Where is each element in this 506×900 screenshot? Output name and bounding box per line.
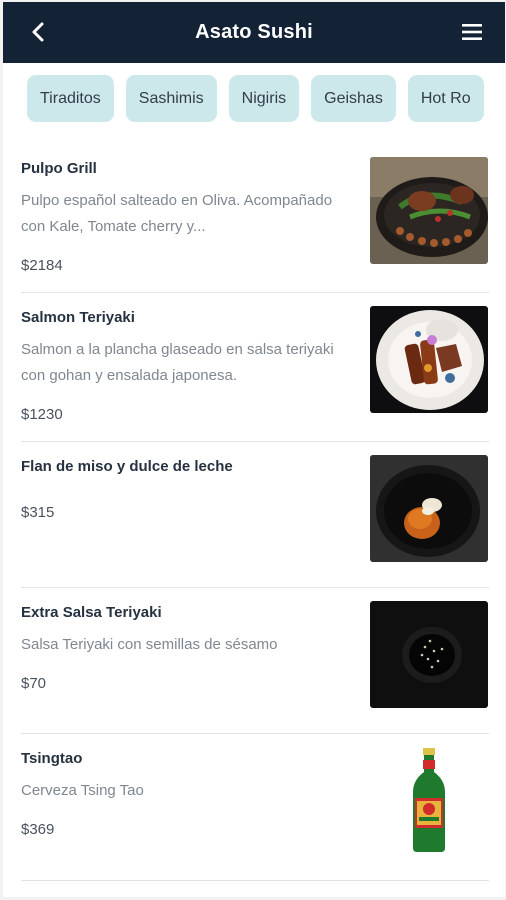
product-price: $315 <box>21 504 55 521</box>
chevron-left-icon[interactable] <box>25 18 53 46</box>
product-description: Salsa Teriyaki con semillas de sésamo <box>21 636 278 653</box>
product-item-tsingtao[interactable]: Tsingtao Cerveza Tsing Tao $369 <box>21 734 489 881</box>
tab-tiraditos[interactable]: Tiraditos <box>27 75 114 122</box>
beer-bottle-photo <box>370 746 488 853</box>
tab-sashimis[interactable]: Sashimis <box>125 75 217 122</box>
category-tabs[interactable]: Tiraditos Sashimis Nigiris Geishas Hot R… <box>23 72 489 132</box>
product-name: Tsingtao <box>21 750 83 767</box>
flan-bowl-photo <box>370 455 488 562</box>
sauce-bowl-photo <box>370 601 488 708</box>
product-description: Salmon a la plancha glaseado en salsa te… <box>21 341 334 384</box>
product-item-extra-salsa-teriyaki[interactable]: Extra Salsa Teriyaki Salsa Teriyaki con … <box>21 588 489 734</box>
hamburger-menu-icon[interactable] <box>459 19 485 45</box>
menu-content: Tiraditos Sashimis Nigiris Geishas Hot R… <box>3 63 505 897</box>
tab-nigiris[interactable]: Nigiris <box>228 75 300 122</box>
page-title: Asato Sushi <box>195 21 313 43</box>
app-header: Asato Sushi <box>3 2 505 63</box>
product-list: Pulpo Grill Pulpo español salteado en Ol… <box>21 143 489 881</box>
salmon-plate-photo <box>370 306 488 413</box>
tab-label: Hot Ro <box>420 89 471 107</box>
tab-geishas[interactable]: Geishas <box>311 75 396 122</box>
octopus-dish-photo <box>370 157 488 264</box>
tab-hot-rolls[interactable]: Hot Ro <box>407 75 484 122</box>
tab-label: Sashimis <box>138 89 204 107</box>
product-description: Cerveza Tsing Tao <box>21 782 144 799</box>
product-item-pulpo-grill[interactable]: Pulpo Grill Pulpo español salteado en Ol… <box>21 143 489 293</box>
product-price: $70 <box>21 675 47 692</box>
tab-label: Geishas <box>324 89 383 107</box>
product-price: $1230 <box>21 406 63 423</box>
product-name: Salmon Teriyaki <box>21 309 135 326</box>
tab-label: Nigiris <box>241 89 287 107</box>
product-description: Pulpo español salteado en Oliva. Acompañ… <box>21 192 333 235</box>
product-price: $2184 <box>21 257 63 274</box>
tab-label: Tiraditos <box>40 89 101 107</box>
product-item-flan-de-miso[interactable]: Flan de miso y dulce de leche $315 <box>21 442 489 588</box>
product-name: Pulpo Grill <box>21 160 97 177</box>
product-name: Extra Salsa Teriyaki <box>21 604 162 621</box>
product-item-salmon-teriyaki[interactable]: Salmon Teriyaki Salmon a la plancha glas… <box>21 293 489 442</box>
product-name: Flan de miso y dulce de leche <box>21 458 233 475</box>
product-price: $369 <box>21 821 55 838</box>
